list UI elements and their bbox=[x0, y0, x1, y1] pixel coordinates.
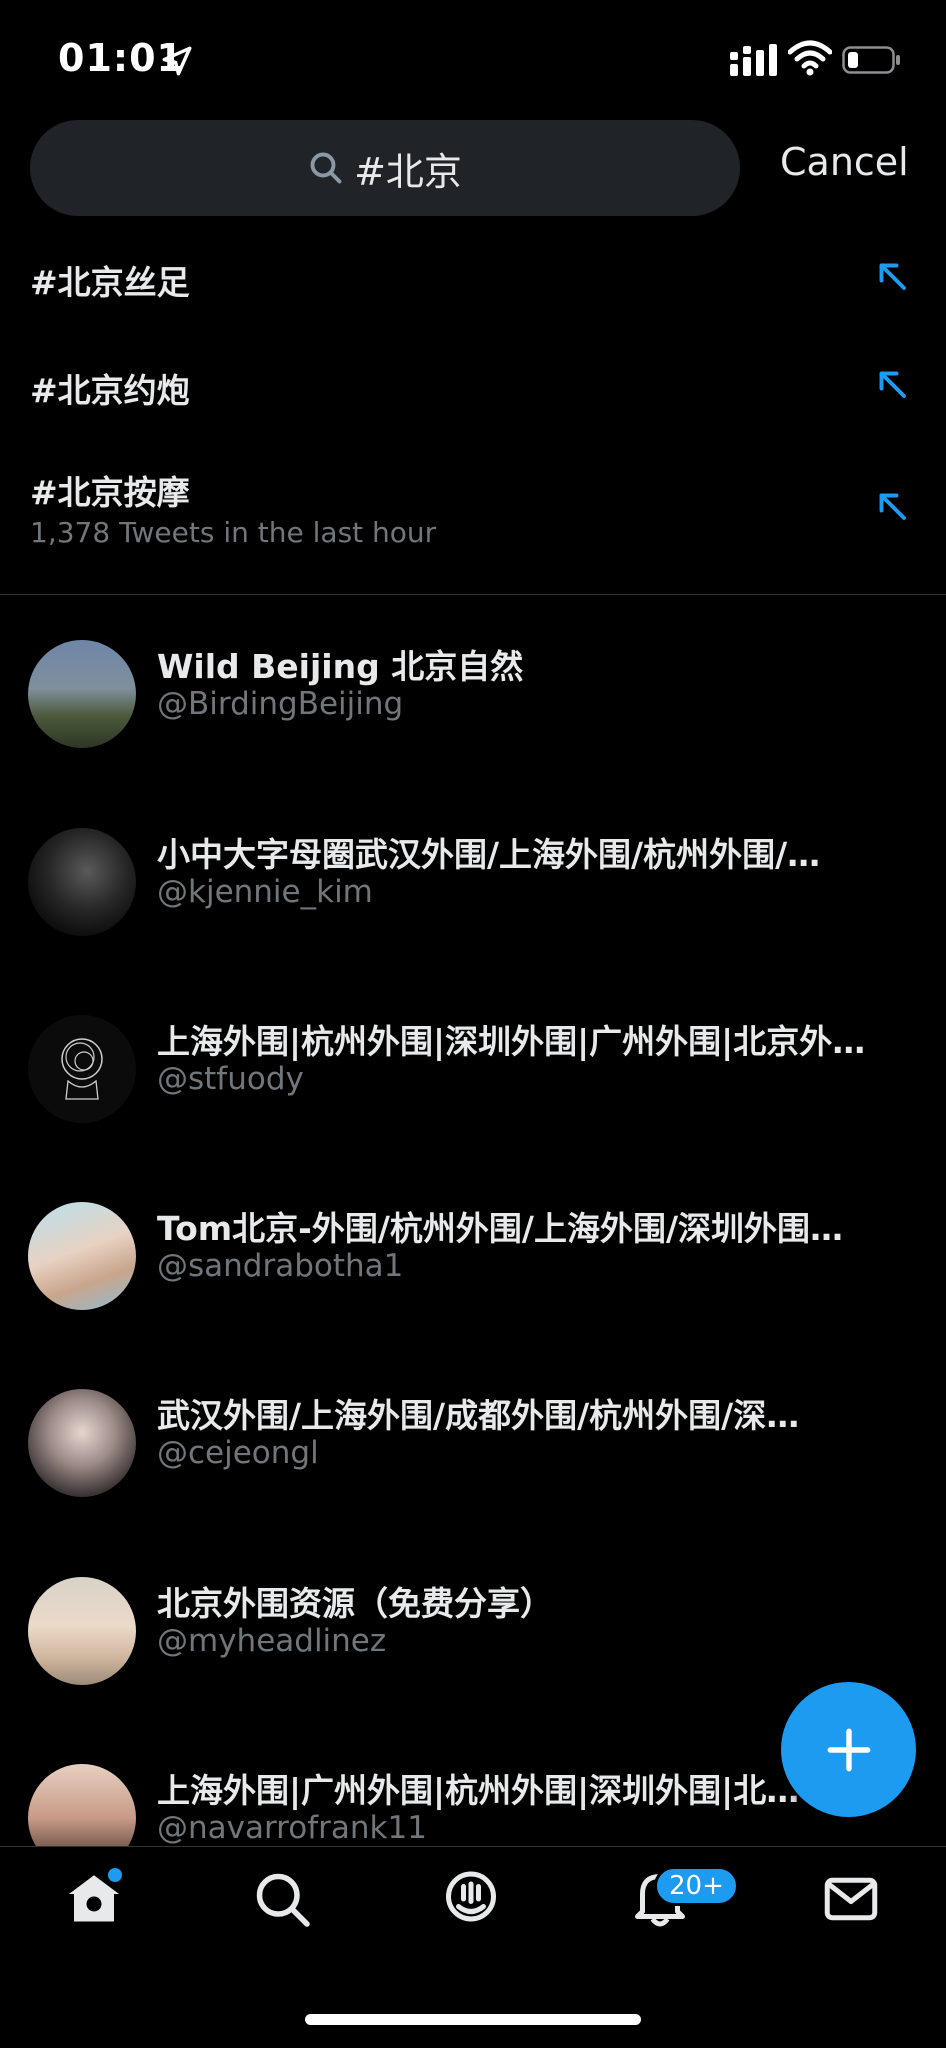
scribble-head-icon bbox=[61, 1038, 103, 1100]
search-icon[interactable] bbox=[252, 1869, 312, 1929]
account-name: Tom北京-外围/杭州外围/上海外围/深圳外围… bbox=[157, 1209, 844, 1248]
avatar[interactable] bbox=[28, 1015, 136, 1123]
account-name: 北京外围资源（免费分享） bbox=[157, 1584, 553, 1623]
account-handle: @sandrabotha1 bbox=[157, 1248, 404, 1284]
suggestion-hashtag: #北京丝足 bbox=[30, 263, 190, 302]
search-icon bbox=[310, 152, 342, 184]
status-bar: 01:01 bbox=[0, 0, 946, 110]
account-handle: @BirdingBeijing bbox=[157, 686, 404, 722]
account-name: 武汉外围/上海外围/成都外围/杭州外围/深… bbox=[157, 1396, 800, 1435]
search-suggestion[interactable]: #北京丝足 bbox=[0, 248, 946, 348]
unread-dot bbox=[108, 1868, 122, 1882]
cellular-signal-icon bbox=[730, 44, 777, 76]
account-result[interactable]: 北京外围资源（免费分享） @myheadlinez bbox=[0, 1575, 946, 1715]
suggestion-hashtag: #北京约炮 bbox=[30, 371, 190, 410]
account-handle: @navarrofrank11 bbox=[157, 1810, 427, 1846]
bottom-tab-bar bbox=[0, 1846, 946, 1956]
fill-query-arrow-icon[interactable] bbox=[874, 258, 910, 294]
messages-icon[interactable] bbox=[821, 1869, 881, 1929]
suggestion-tweet-count: 1,378 Tweets in the last hour bbox=[30, 516, 437, 549]
account-name: Wild Beijing 北京自然 bbox=[157, 647, 524, 686]
account-handle: @myheadlinez bbox=[157, 1623, 387, 1659]
search-suggestion[interactable]: #北京约炮 bbox=[0, 356, 946, 456]
location-arrow-icon bbox=[162, 46, 192, 76]
account-result[interactable]: Wild Beijing 北京自然 @BirdingBeijing bbox=[0, 638, 946, 778]
account-handle: @kjennie_kim bbox=[157, 874, 373, 910]
avatar[interactable] bbox=[28, 1202, 136, 1310]
cancel-button[interactable]: Cancel bbox=[780, 140, 909, 184]
home-indicator[interactable] bbox=[305, 2014, 641, 2025]
fill-query-arrow-icon[interactable] bbox=[874, 488, 910, 524]
spaces-icon[interactable] bbox=[441, 1869, 501, 1929]
avatar[interactable] bbox=[28, 1764, 136, 1846]
avatar[interactable] bbox=[28, 1389, 136, 1497]
battery-icon bbox=[842, 46, 900, 74]
suggestion-hashtag: #北京按摩 bbox=[30, 473, 190, 512]
plus-icon bbox=[827, 1728, 870, 1771]
avatar[interactable] bbox=[28, 828, 136, 936]
avatar[interactable] bbox=[28, 640, 136, 748]
fill-query-arrow-icon[interactable] bbox=[874, 366, 910, 402]
account-name: 小中大字母圈武汉外围/上海外围/杭州外围/… bbox=[157, 835, 821, 874]
search-query-text: #北京 bbox=[354, 149, 462, 194]
account-result[interactable]: Tom北京-外围/杭州外围/上海外围/深圳外围… @sandrabotha1 bbox=[0, 1200, 946, 1340]
compose-tweet-button[interactable] bbox=[781, 1682, 916, 1817]
account-handle: @stfuody bbox=[157, 1061, 304, 1097]
account-result[interactable]: 上海外围|杭州外围|深圳外围|广州外围|北京外… @stfuody bbox=[0, 1013, 946, 1153]
section-divider bbox=[0, 594, 946, 595]
search-suggestion[interactable]: #北京按摩 1,378 Tweets in the last hour bbox=[0, 460, 946, 580]
account-name: 上海外围|杭州外围|深圳外围|广州外围|北京外… bbox=[157, 1022, 866, 1061]
wifi-icon bbox=[788, 40, 832, 76]
account-handle: @cejeongl bbox=[157, 1435, 319, 1471]
account-result[interactable]: 小中大字母圈武汉外围/上海外围/杭州外围/… @kjennie_kim bbox=[0, 826, 946, 966]
account-result[interactable]: 武汉外围/上海外围/成都外围/杭州外围/深… @cejeongl bbox=[0, 1387, 946, 1527]
notifications-badge: 20+ bbox=[654, 1866, 739, 1906]
search-input[interactable]: #北京 bbox=[30, 120, 740, 216]
avatar[interactable] bbox=[28, 1577, 136, 1685]
